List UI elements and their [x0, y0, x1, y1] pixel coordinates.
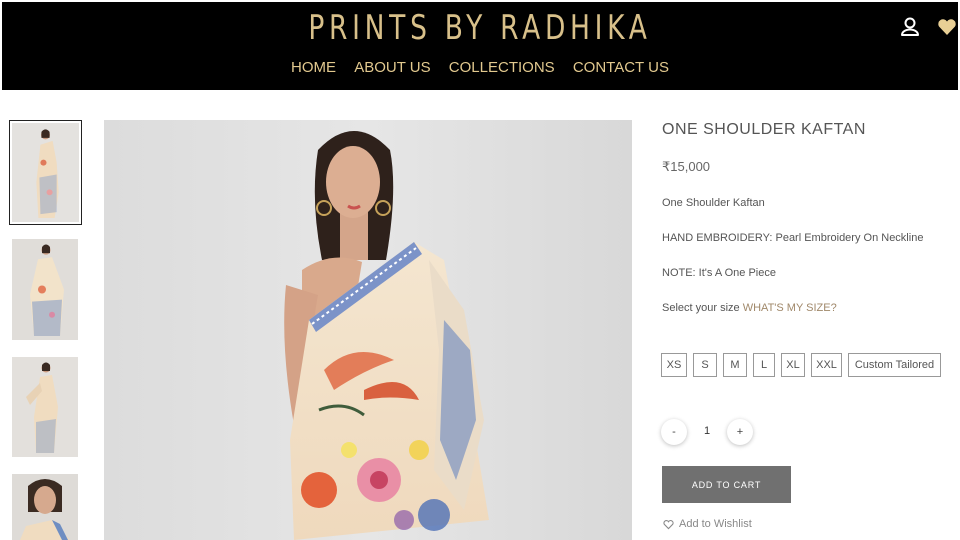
site-header: PRINTS BY RADHIKA HOME ABOUT US COLLECTI…: [2, 2, 958, 90]
nav-contact-us[interactable]: CONTACT US: [573, 59, 669, 76]
user-icon[interactable]: [899, 16, 921, 38]
size-s[interactable]: S: [693, 353, 717, 377]
add-to-wishlist-link[interactable]: Add to Wishlist: [663, 518, 752, 530]
size-prompt-row: Select your size WHAT'S MY SIZE?: [662, 302, 837, 314]
quantity-decrease-button[interactable]: -: [661, 419, 687, 445]
size-xl[interactable]: XL: [781, 353, 805, 377]
product-note: NOTE: It's A One Piece: [662, 267, 776, 279]
product-title: ONE SHOULDER KAFTAN: [662, 121, 866, 138]
product-description: One Shoulder Kaftan: [662, 197, 765, 209]
product-main-image[interactable]: [104, 120, 632, 540]
nav-collections[interactable]: COLLECTIONS: [449, 59, 555, 76]
nav-about-us[interactable]: ABOUT US: [354, 59, 430, 76]
size-custom-tailored[interactable]: Custom Tailored: [848, 353, 941, 377]
heart-outline-icon: [663, 519, 674, 530]
size-m[interactable]: M: [723, 353, 747, 377]
size-guide-link[interactable]: WHAT'S MY SIZE?: [743, 302, 837, 314]
size-options: XS S M L XL XXL Custom Tailored: [661, 353, 941, 377]
thumbnail-1[interactable]: [9, 120, 82, 225]
thumbnail-3[interactable]: [12, 357, 78, 457]
brand-logo[interactable]: PRINTS BY RADHIKA: [107, 8, 853, 48]
nav-home[interactable]: HOME: [291, 59, 336, 76]
heart-icon[interactable]: [936, 16, 958, 38]
thumbnail-4[interactable]: [12, 474, 78, 540]
quantity-value[interactable]: 1: [700, 425, 714, 437]
size-prompt: Select your size: [662, 302, 740, 314]
quantity-increase-button[interactable]: +: [727, 419, 753, 445]
main-nav: HOME ABOUT US COLLECTIONS CONTACT US: [2, 59, 958, 76]
product-price: ₹15,000: [662, 159, 711, 174]
wishlist-label: Add to Wishlist: [679, 518, 752, 530]
add-to-cart-button[interactable]: ADD TO CART: [662, 466, 791, 503]
size-l[interactable]: L: [753, 353, 775, 377]
product-embroidery: HAND EMBROIDERY: Pearl Embroidery On Nec…: [662, 232, 924, 244]
size-xs[interactable]: XS: [661, 353, 687, 377]
thumbnail-2[interactable]: [12, 239, 78, 340]
size-xxl[interactable]: XXL: [811, 353, 842, 377]
